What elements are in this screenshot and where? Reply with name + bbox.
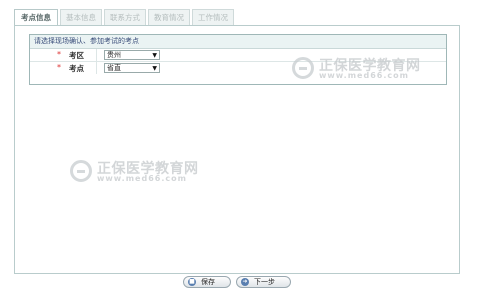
exam-area-select[interactable]: 贵州 ▼ [104,50,160,60]
tab-exam-site[interactable]: 考点信息 [14,9,58,26]
watermark-logo-icon [292,57,314,79]
divider [96,62,97,74]
watermark-url: www.med66.com [97,174,187,183]
exam-site-select[interactable]: 省直 ▼ [104,63,160,73]
tab-work[interactable]: 工作情况 [192,9,234,25]
exam-area-label: 考区 [69,51,84,60]
exam-site-label: 考点 [69,64,84,73]
save-button[interactable]: ■ 保存 [183,276,231,288]
tab-education[interactable]: 教育情况 [148,9,190,25]
tab-basic-info[interactable]: 基本信息 [60,9,102,25]
chevron-down-icon: ▼ [152,52,157,59]
tab-bar: 考点信息 基本信息 联系方式 教育情况 工作情况 [14,9,460,26]
section-title: 请选择现场确认、参加考试的考点 [30,35,446,49]
required-star: * [57,50,61,59]
save-label: 保存 [201,278,215,286]
next-step-button[interactable]: ➜ 下一步 [236,276,291,288]
exam-site-value: 省直 [107,64,121,72]
divider [96,49,97,61]
save-icon: ■ [188,278,196,286]
required-star: * [57,63,61,72]
watermark-logo-icon [70,160,92,182]
exam-area-value: 贵州 [107,51,121,59]
tab-contact[interactable]: 联系方式 [104,9,146,25]
chevron-down-icon: ▼ [152,65,157,72]
watermark-url: www.med66.com [319,71,409,80]
next-step-label: 下一步 [254,278,275,286]
arrow-right-icon: ➜ [241,278,249,286]
